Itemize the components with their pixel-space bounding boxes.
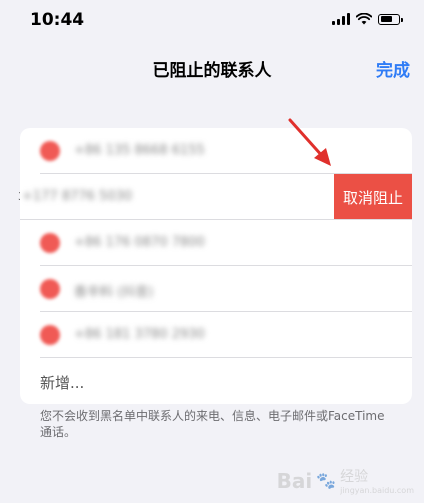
unblock-button[interactable]: 取消阻止 [334, 174, 412, 220]
watermark-url: jingyan.baidu.com [340, 486, 414, 495]
battery-level [380, 16, 392, 22]
add-new-button[interactable]: 新增... [40, 372, 84, 393]
battery-icon [378, 13, 403, 25]
contact-label: +86 135 8668 6155 [74, 143, 205, 158]
contact-row[interactable]: +86 135 8668 6155 [20, 128, 412, 174]
done-button[interactable]: 完成 [376, 56, 410, 81]
row-divider [40, 357, 412, 358]
watermark-logo: Bai [276, 468, 313, 493]
paw-icon: 🐾 [316, 471, 337, 490]
wifi-icon [356, 13, 372, 25]
contact-row[interactable]: 香辛料 (抖音) [20, 266, 412, 312]
delete-dot-icon[interactable] [40, 141, 60, 161]
annotation-arrow-icon [288, 118, 331, 166]
delete-dot-icon[interactable] [40, 325, 60, 345]
watermark-text: 经验 [340, 469, 369, 485]
contact-label: +86 181 3780 2930 [74, 327, 205, 342]
delete-dot-icon[interactable] [40, 233, 60, 253]
delete-dot-icon[interactable] [40, 279, 60, 299]
contact-label: +86 176 0870 7800 [74, 235, 205, 250]
status-time: 10:44 [30, 10, 85, 30]
status-bar: 10:44 [0, 0, 424, 44]
contact-row[interactable]: +86 181 3780 2930 [20, 312, 412, 358]
cellular-signal-icon [332, 13, 350, 25]
blocked-contacts-list: +86 135 8668 6155 +177 8776 5030 取消阻止 +8… [20, 128, 412, 404]
page-title: 已阻止的联系人 [152, 61, 272, 81]
footer-note: 您不会收到黑名单中联系人的来电、信息、电子邮件或FaceTime通话。 [40, 409, 385, 439]
watermark: Bai 🐾 经验 jingyan.baidu.com [276, 466, 414, 496]
contact-row-swiped[interactable]: +177 8776 5030 取消阻止 [20, 174, 412, 220]
contact-row[interactable]: +86 176 0870 7800 [20, 220, 412, 266]
contact-label: 香辛料 (抖音) [74, 285, 154, 300]
contact-label: +177 8776 5030 [22, 189, 133, 204]
status-icons [332, 13, 403, 25]
